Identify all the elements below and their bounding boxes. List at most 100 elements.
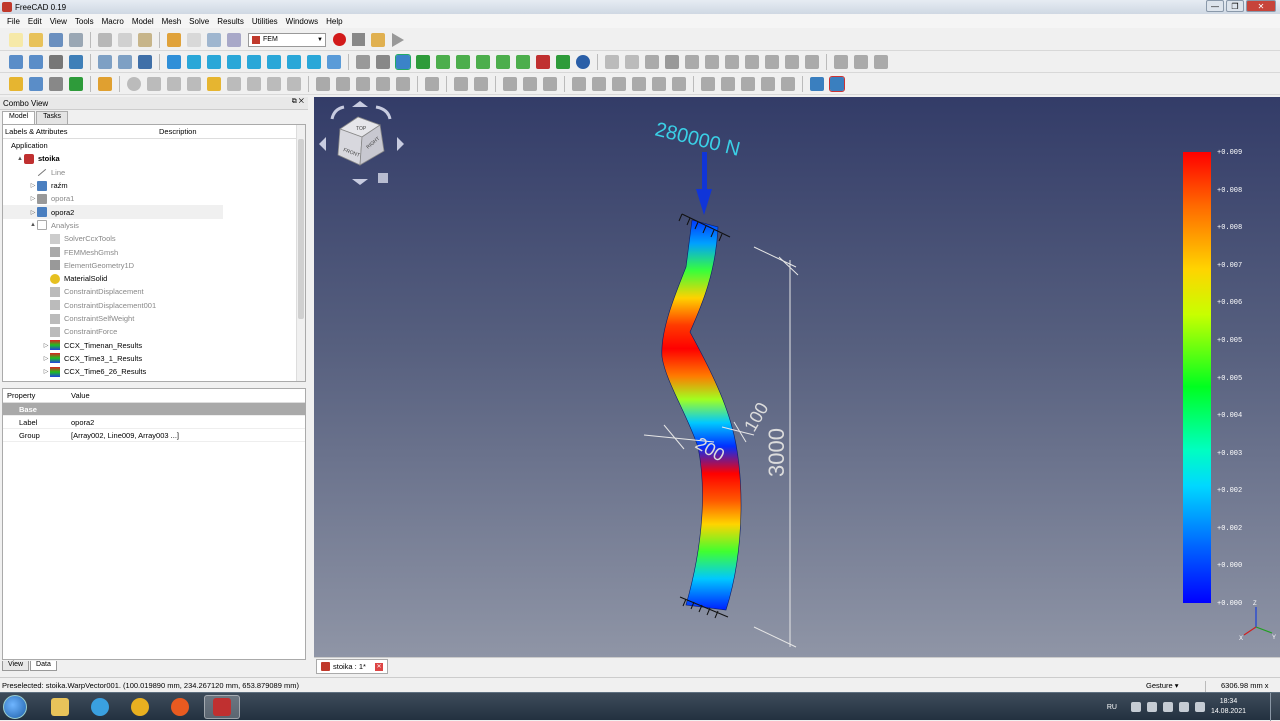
tree-item[interactable]: SolverCcxTools <box>3 232 305 245</box>
paste-icon[interactable] <box>138 32 152 47</box>
nav-down-arrow-icon[interactable] <box>352 179 368 185</box>
tab-tasks[interactable]: Tasks <box>36 111 68 124</box>
refresh-icon[interactable] <box>207 32 221 47</box>
utility-icon[interactable] <box>834 54 848 69</box>
property-row-label[interactable]: Label opora2 <box>3 416 305 429</box>
flow-velocity-icon[interactable] <box>721 76 735 91</box>
show-desktop-button[interactable] <box>1270 693 1280 721</box>
temperature-icon[interactable] <box>805 54 819 69</box>
filter-scalar-icon[interactable] <box>765 54 779 69</box>
tree-item[interactable]: Line <box>3 166 305 179</box>
tree-item[interactable]: ▷ CCX_Timenan_Results <box>3 338 305 351</box>
nav-left-arrow-icon[interactable] <box>319 137 326 151</box>
constraint-displacement-icon[interactable] <box>496 54 510 69</box>
3d-viewport[interactable]: TOP FRONT RIGHT 280000 N 3000 100 200 Z … <box>314 97 1280 657</box>
redo-icon[interactable] <box>187 32 201 47</box>
flow-icon[interactable] <box>474 76 488 91</box>
expand-arrow-icon[interactable]: ▷ <box>29 209 37 216</box>
link-icon[interactable] <box>49 76 63 91</box>
volume-icon[interactable] <box>1194 702 1205 712</box>
tube-icon[interactable] <box>247 76 261 91</box>
network-icon[interactable] <box>1146 702 1157 712</box>
tree-item[interactable]: ▷ CCX_Time3_1_Results <box>3 352 305 365</box>
whats-this-icon[interactable] <box>227 32 241 47</box>
solver-icon[interactable] <box>605 54 619 69</box>
rear-view-icon[interactable] <box>267 54 281 69</box>
mesh-refresh-icon[interactable] <box>395 53 411 70</box>
solver-run-icon[interactable] <box>625 54 639 69</box>
right-view-icon[interactable] <box>247 54 261 69</box>
menu-view[interactable]: View <box>46 17 71 26</box>
cut-icon[interactable] <box>98 32 112 47</box>
cone-icon[interactable] <box>207 76 221 91</box>
tab-data[interactable]: Data <box>30 661 57 671</box>
left-view-icon[interactable] <box>307 54 321 69</box>
section-icon[interactable] <box>425 76 439 91</box>
taskbar-media[interactable] <box>82 695 118 719</box>
expand-arrow-icon[interactable]: ▲ <box>29 222 37 228</box>
power-icon[interactable] <box>1178 702 1189 712</box>
tree-item[interactable]: ▷ opora2 <box>3 205 223 219</box>
nav-rotate-left-icon[interactable] <box>330 105 345 120</box>
bounding-box-icon[interactable] <box>69 54 83 69</box>
menu-utilities[interactable]: Utilities <box>248 17 282 26</box>
undo-icon[interactable] <box>167 32 181 47</box>
close-tab-icon[interactable]: ✕ <box>375 663 383 671</box>
rotation-icon[interactable] <box>543 76 557 91</box>
pressure-outlet-icon[interactable] <box>761 76 775 91</box>
tree-item[interactable]: ElementGeometry1D <box>3 259 305 272</box>
property-row-group[interactable]: Group [Array002, Line009, Array003 ...] <box>3 429 305 442</box>
expand-arrow-icon[interactable]: ▲ <box>16 156 24 162</box>
result-show-icon[interactable] <box>705 54 719 69</box>
tree-item[interactable]: ▷ raźm <box>3 179 305 192</box>
circle-icon[interactable] <box>127 76 141 91</box>
flag-icon[interactable] <box>1162 702 1173 712</box>
menu-results[interactable]: Results <box>213 17 248 26</box>
menu-file[interactable]: File <box>3 17 24 26</box>
new-file-icon[interactable] <box>9 32 23 47</box>
tree-scrollbar[interactable] <box>296 125 305 381</box>
example-icon[interactable] <box>874 54 888 69</box>
filter-cut-icon[interactable] <box>785 54 799 69</box>
navigation-cube[interactable]: TOP FRONT RIGHT <box>319 101 404 185</box>
top-view-icon[interactable] <box>227 54 241 69</box>
mesh-grid-icon[interactable] <box>416 54 430 69</box>
expand-arrow-icon[interactable]: ▷ <box>42 342 50 349</box>
mesh-boundary-icon[interactable] <box>356 76 370 91</box>
copy-icon[interactable] <box>118 32 132 47</box>
menu-windows[interactable]: Windows <box>282 17 322 26</box>
mesh-netgen-icon[interactable] <box>376 76 390 91</box>
tree-item[interactable]: ConstraintDisplacement <box>3 285 305 298</box>
save-icon[interactable] <box>49 32 63 47</box>
isometric-view-icon[interactable] <box>187 54 201 69</box>
expand-arrow-icon[interactable]: ▷ <box>29 182 37 189</box>
tree-item[interactable]: ▷ opora1 <box>3 192 305 205</box>
menu-macro[interactable]: Macro <box>98 17 128 26</box>
scrollbar-thumb[interactable] <box>298 139 304 319</box>
tree-item[interactable]: ConstraintForce <box>3 325 305 338</box>
sphere-icon[interactable] <box>576 54 590 69</box>
analysis-icon[interactable] <box>356 54 370 69</box>
mesh-gmsh-icon[interactable] <box>396 76 410 91</box>
record-macro-icon[interactable] <box>333 33 346 46</box>
menu-solve[interactable]: Solve <box>185 17 213 26</box>
back-icon[interactable] <box>98 54 112 69</box>
part-icon[interactable] <box>9 76 23 91</box>
electrostatic-icon[interactable] <box>701 76 715 91</box>
measure-icon[interactable] <box>327 54 341 69</box>
open-file-icon[interactable] <box>29 32 43 47</box>
constraint-temperature-icon[interactable] <box>536 54 550 69</box>
panel-controls[interactable]: ⧉ ✕ <box>292 98 304 106</box>
tab-model[interactable]: Model <box>2 111 36 124</box>
planar-icon[interactable] <box>612 76 626 91</box>
prism-icon[interactable] <box>267 76 281 91</box>
mesh-region-icon[interactable] <box>316 76 330 91</box>
expand-arrow-icon[interactable]: ▷ <box>42 355 50 362</box>
filter-icon[interactable] <box>725 54 739 69</box>
taskbar-firefox[interactable] <box>162 695 198 719</box>
menu-mesh[interactable]: Mesh <box>158 17 186 26</box>
minimize-button[interactable]: — <box>1206 0 1224 12</box>
nav-right-arrow-icon[interactable] <box>397 137 404 151</box>
start-button[interactable] <box>3 695 27 719</box>
shape-builder-icon[interactable] <box>287 76 301 91</box>
